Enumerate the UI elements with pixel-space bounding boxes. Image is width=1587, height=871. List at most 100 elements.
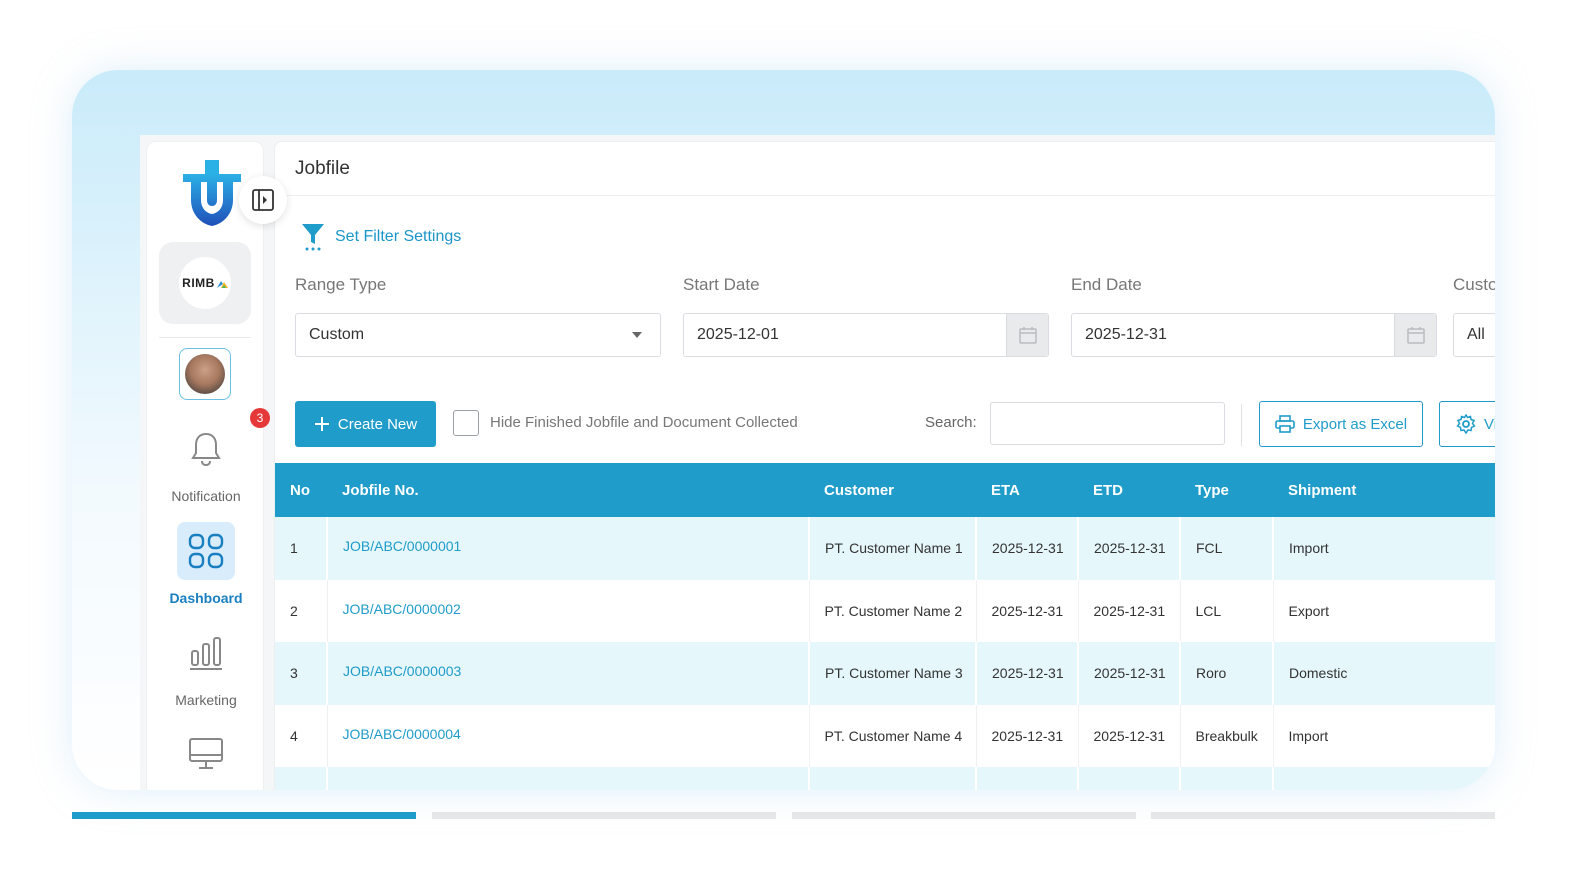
cell-customer: PT. Customer Name 4 — [809, 704, 977, 767]
avatar-image — [185, 354, 225, 394]
sidebar-item-label: Dashboard — [169, 590, 243, 606]
cell-etd: 2025-12-31 — [1078, 517, 1181, 580]
create-new-button[interactable]: Create New — [295, 401, 436, 447]
filter-icon — [302, 224, 324, 251]
grid-icon — [188, 533, 224, 569]
create-new-label: Create New — [337, 415, 418, 433]
cell-etd: 2025-12-31 — [1078, 579, 1181, 642]
hide-finished-label: Hide Finished Jobfile and Document Colle… — [490, 414, 798, 431]
cell-shipment: Domestic — [1273, 642, 1495, 705]
sidebar-item-monitor[interactable] — [147, 724, 265, 782]
cell-no: 4 — [275, 704, 328, 767]
column-header-customer[interactable]: Customer — [809, 463, 976, 517]
column-header-eta[interactable]: ETA — [976, 463, 1078, 517]
end-date-field[interactable]: 2025-12-31 — [1071, 313, 1437, 357]
range-type-select[interactable]: Custom — [295, 313, 661, 357]
column-header-jobfile-no[interactable]: Jobfile No. — [327, 463, 809, 517]
jobfile-link[interactable]: JOB/ABC/0000004 — [343, 726, 461, 742]
carousel-indicator-4[interactable] — [1151, 812, 1495, 819]
table-row[interactable]: 3 JOB/ABC/0000003 PT. Customer Name 3 20… — [275, 642, 1495, 705]
company-mark-icon — [216, 280, 228, 288]
sidebar-toggle-icon — [252, 189, 274, 211]
carousel-indicator-1[interactable] — [72, 812, 416, 819]
jobfile-link[interactable]: JOB/ABC/0000002 — [343, 601, 461, 617]
toolbar-divider — [1241, 404, 1242, 446]
avatar[interactable] — [179, 348, 231, 400]
end-date-calendar-button[interactable] — [1394, 314, 1436, 356]
cell-eta: 2025-12-31 — [976, 517, 1079, 580]
plus-icon — [314, 417, 329, 431]
carousel-indicator-2[interactable] — [432, 812, 776, 819]
sidebar-divider — [159, 337, 251, 338]
start-date-calendar-button[interactable] — [1006, 314, 1048, 356]
page-header: Jobfile — [275, 142, 1495, 196]
table-row[interactable]: 4 JOB/ABC/0000004 PT. Customer Name 4 20… — [275, 704, 1495, 767]
sidebar-item-marketing[interactable]: Marketing — [147, 624, 265, 708]
cell-shipment: Import — [1273, 517, 1495, 580]
cell-type: Breakbulk — [1180, 704, 1274, 767]
cell-eta: 2025-12-31 — [976, 579, 1079, 642]
cell-jobfile: JOB/ABC/0000001 — [327, 517, 810, 580]
set-filter-settings-link[interactable]: Set Filter Settings — [301, 222, 461, 252]
company-logo[interactable]: RIMB — [159, 242, 251, 324]
table-header-row: No Jobfile No. Customer ETA ETD Type Shi… — [275, 463, 1495, 517]
table-row[interactable] — [275, 767, 1495, 790]
column-header-shipment[interactable]: Shipment — [1273, 463, 1495, 517]
search-input[interactable] — [990, 402, 1225, 445]
start-date-field[interactable]: 2025-12-01 — [683, 313, 1049, 357]
collapse-sidebar-button[interactable] — [239, 176, 287, 224]
printer-icon — [1275, 415, 1295, 433]
view-settings-label: Vi — [1484, 415, 1495, 433]
cell-etd: 2025-12-31 — [1078, 704, 1181, 767]
end-date-label: End Date — [1071, 275, 1142, 294]
customer-select[interactable]: All — [1453, 313, 1495, 357]
start-date-value: 2025-12-01 — [697, 326, 779, 343]
bell-icon — [191, 432, 221, 467]
sidebar-item-notification[interactable]: 3 Notification — [147, 408, 270, 504]
cell-customer: PT. Customer Name 3 — [809, 642, 977, 705]
bar-chart-icon — [190, 637, 222, 670]
main-panel: Jobfile Set Filter Settings Range Type S… — [274, 141, 1495, 790]
hide-finished-checkbox[interactable] — [453, 410, 479, 436]
cell-type: Roro — [1180, 642, 1274, 705]
screenshot-frame: RIMB 3 Notification Dashboard Marketing … — [72, 70, 1495, 790]
export-excel-button[interactable]: Export as Excel — [1259, 401, 1423, 447]
cell-shipment: Export — [1273, 579, 1495, 642]
range-type-value: Custom — [309, 326, 365, 343]
search-label: Search: — [925, 414, 977, 431]
range-type-label: Range Type — [295, 275, 387, 294]
cell-jobfile: JOB/ABC/0000003 — [327, 642, 810, 705]
carousel-indicator-3[interactable] — [792, 812, 1136, 819]
cell-type: FCL — [1180, 517, 1274, 580]
sidebar-item-dashboard[interactable]: Dashboard — [147, 522, 265, 606]
sidebar: RIMB 3 Notification Dashboard Marketing — [146, 141, 287, 790]
table-row[interactable]: 1 JOB/ABC/0000001 PT. Customer Name 1 20… — [275, 517, 1495, 580]
cell-type: LCL — [1180, 579, 1274, 642]
jobfile-table: No Jobfile No. Customer ETA ETD Type Shi… — [275, 463, 1495, 790]
column-header-etd[interactable]: ETD — [1078, 463, 1180, 517]
company-logo-text: RIMB — [179, 257, 231, 309]
table-row[interactable]: 2 JOB/ABC/0000002 PT. Customer Name 2 20… — [275, 579, 1495, 642]
cell-shipment: Import — [1273, 704, 1495, 767]
app-logo-icon — [183, 160, 241, 226]
cell-customer: PT. Customer Name 2 — [809, 579, 977, 642]
cell-eta: 2025-12-31 — [976, 642, 1079, 705]
jobfile-link[interactable]: JOB/ABC/0000003 — [343, 663, 461, 679]
customer-label: Custo — [1453, 275, 1495, 294]
column-header-type[interactable]: Type — [1180, 463, 1273, 517]
sidebar-item-label: Marketing — [175, 692, 237, 708]
gear-icon — [1456, 414, 1476, 434]
cell-jobfile: JOB/ABC/0000002 — [327, 579, 810, 642]
monitor-icon — [189, 738, 223, 769]
chevron-down-icon — [632, 332, 642, 338]
jobfile-link[interactable]: JOB/ABC/0000001 — [343, 538, 461, 554]
start-date-label: Start Date — [683, 275, 760, 294]
customer-value: All — [1467, 326, 1485, 343]
cell-no: 1 — [275, 517, 328, 580]
cell-etd: 2025-12-31 — [1078, 642, 1181, 705]
column-header-no[interactable]: No — [275, 463, 327, 517]
end-date-value: 2025-12-31 — [1085, 326, 1167, 343]
view-settings-button[interactable]: Vi — [1439, 401, 1495, 447]
cell-customer: PT. Customer Name 1 — [809, 517, 977, 580]
cell-eta: 2025-12-31 — [976, 704, 1079, 767]
